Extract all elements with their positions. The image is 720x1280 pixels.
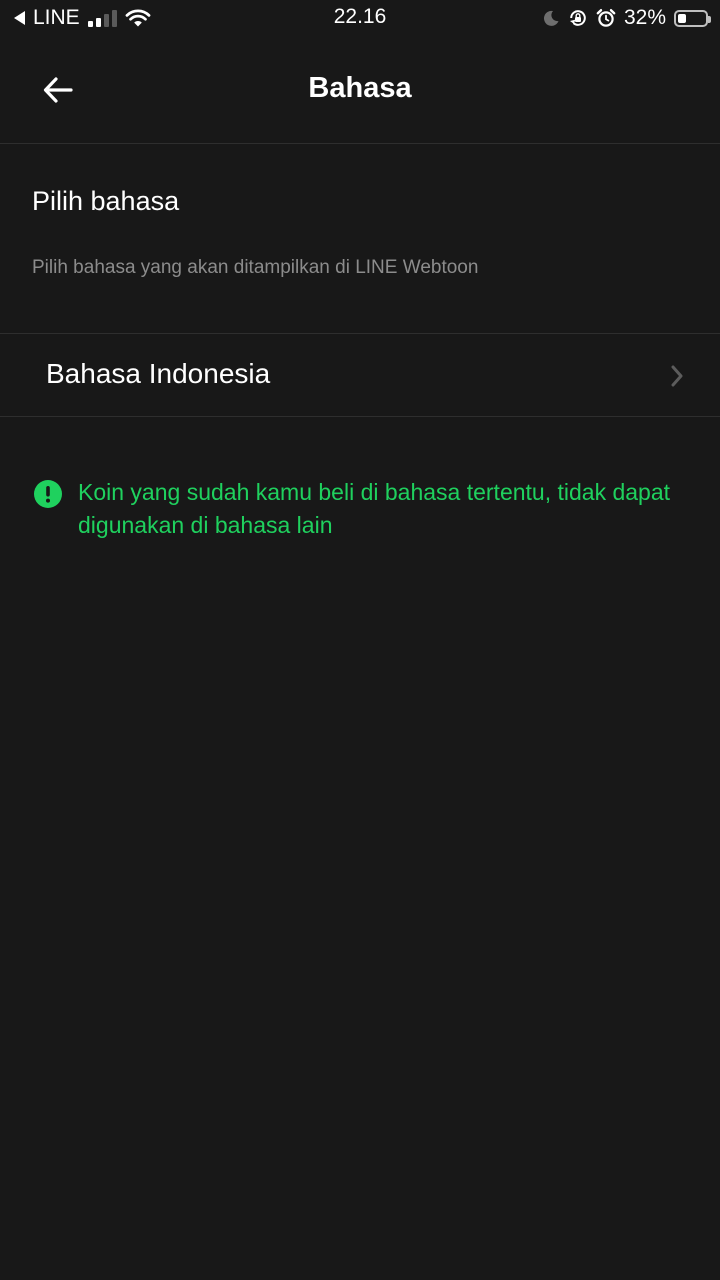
battery-icon [674,9,711,27]
coin-notice: Koin yang sudah kamu beli di bahasa tert… [34,476,684,542]
alarm-icon [596,9,616,27]
section-description: Pilih bahasa yang akan ditampilkan di LI… [32,257,479,278]
section-title: Pilih bahasa [32,186,180,216]
battery-level-fill [678,13,686,23]
battery-tip [708,15,711,23]
app-header: Bahasa [0,36,720,144]
status-bar-right: 32% [542,6,711,30]
orientation-lock-icon [569,10,586,26]
notice-text: Koin yang sudah kamu beli di bahasa tert… [78,479,671,538]
moon-icon [543,10,559,26]
selected-language-label: Bahasa Indonesia [46,358,271,389]
exclamation-circle-icon [34,480,62,508]
language-select-row[interactable]: Bahasa Indonesia [0,333,720,417]
chevron-right-icon [671,365,683,387]
page-title: Bahasa [308,72,412,104]
status-bar: LINE 22.16 32% [0,0,720,36]
battery-percent: 32% [623,6,666,29]
